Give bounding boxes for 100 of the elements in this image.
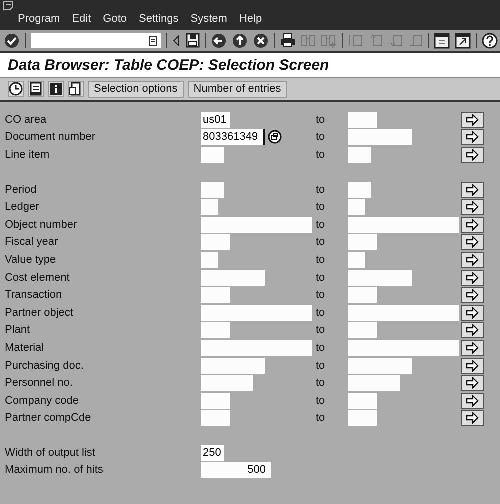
multiple-selection-button[interactable] [461,182,484,198]
multiple-selection-button[interactable] [461,216,484,233]
input-field[interactable] [201,322,230,338]
input-field[interactable] [201,358,265,374]
input-field[interactable] [201,392,230,409]
to-label: to [316,254,326,266]
arrow-right-icon [466,377,479,390]
input-field[interactable] [201,287,230,304]
input-field[interactable] [348,322,377,338]
cancel-icon[interactable] [253,32,269,48]
multiple-selection-button[interactable] [461,252,484,268]
input-field[interactable] [201,216,312,233]
input-field[interactable] [348,392,377,409]
arrow-right-icon [466,306,479,319]
field-label: Cost element [4,272,71,284]
arrow-right-icon [466,342,479,354]
multiple-selection-icon[interactable] [268,130,282,144]
field-label: Ledger [4,201,40,214]
menu-item[interactable]: Settings [139,13,179,25]
multiple-selection-button[interactable] [461,340,484,356]
to-label: to [316,377,326,390]
input-field[interactable] [348,234,377,250]
input-field[interactable] [348,112,377,128]
input-field[interactable] [201,270,265,286]
to-label: to [316,148,326,161]
menu-item[interactable]: Goto [103,13,128,25]
input-field[interactable] [348,252,365,268]
execute-button[interactable] [8,81,24,97]
multiple-selection-button[interactable] [461,322,484,338]
multiple-selection-button[interactable] [461,375,484,392]
input-field[interactable] [201,375,253,392]
input-field[interactable] [348,129,412,146]
exit-icon[interactable] [232,32,248,48]
menu-item[interactable]: System [190,13,228,25]
toolbar-button[interactable]: Number of entries [188,80,288,98]
menu-item[interactable]: Help [239,13,262,25]
multiple-selection-button[interactable] [461,358,484,374]
input-field[interactable] [348,304,459,321]
to-label: to [316,236,326,248]
dropdown-icon[interactable] [149,36,157,46]
to-label: to [316,394,326,407]
input-field[interactable]: 250 [201,444,224,461]
field-label: Personnel no. [4,377,74,390]
shortcut-window-icon[interactable] [455,32,471,48]
triangle-left-icon[interactable] [172,34,181,46]
input-field[interactable]: us01 [201,112,230,128]
arrow-right-icon [466,412,479,424]
input-field[interactable] [201,410,230,426]
input-field[interactable] [201,252,218,268]
input-field[interactable] [348,358,412,374]
arrow-right-icon [466,360,479,372]
to-label: to [316,218,326,231]
input-field[interactable] [348,287,377,304]
input-field[interactable]: 500 [201,462,271,478]
input-field[interactable] [348,340,459,356]
multiple-selection-button[interactable] [461,112,484,128]
toolbar-button[interactable]: Selection options [88,80,184,98]
field-label: Fiscal year [4,236,60,248]
to-label: to [316,131,326,144]
input-field[interactable] [201,182,224,198]
input-field[interactable] [348,199,365,216]
multiple-selection-button[interactable] [461,392,484,409]
multiple-selection-button[interactable] [461,199,484,216]
input-field[interactable] [348,146,371,163]
info-button[interactable] [48,81,64,97]
back-icon[interactable] [211,32,227,48]
input-field[interactable] [201,234,230,250]
new-window-icon[interactable] [434,32,450,48]
window-menu-icon[interactable] [3,1,14,11]
help-icon[interactable] [482,32,498,48]
multiple-selection-button[interactable] [461,146,484,163]
save-icon[interactable] [186,33,200,48]
multiple-selection-button[interactable] [461,304,484,321]
input-field[interactable]: 803361349 [201,129,265,146]
field-label: Line item [4,148,51,161]
multiple-selection-button[interactable] [461,287,484,304]
input-field[interactable] [201,340,312,356]
check-icon[interactable] [4,32,20,48]
input-field[interactable] [201,199,218,216]
to-label: to [316,184,326,196]
command-field[interactable] [31,33,161,48]
input-field[interactable] [348,270,412,286]
print-icon[interactable] [280,33,296,48]
input-field[interactable] [348,375,400,392]
input-field[interactable] [201,304,312,321]
to-label: to [316,272,326,284]
info-icon [49,82,63,96]
field-label: Period [4,184,38,196]
multiple-selection-button[interactable] [461,270,484,286]
field-label: Partner object [4,306,74,319]
multiple-selection-button[interactable] [461,410,484,426]
multiple-selection-button[interactable] [461,234,484,250]
menu-item[interactable]: Program [18,13,60,25]
save-variant-button[interactable] [28,81,44,97]
input-field[interactable] [201,146,224,163]
menu-item[interactable]: Edit [72,13,92,25]
input-field[interactable] [348,182,371,198]
input-field[interactable] [348,216,459,233]
multiple-selection-button[interactable] [461,129,484,146]
input-field[interactable] [348,410,377,426]
